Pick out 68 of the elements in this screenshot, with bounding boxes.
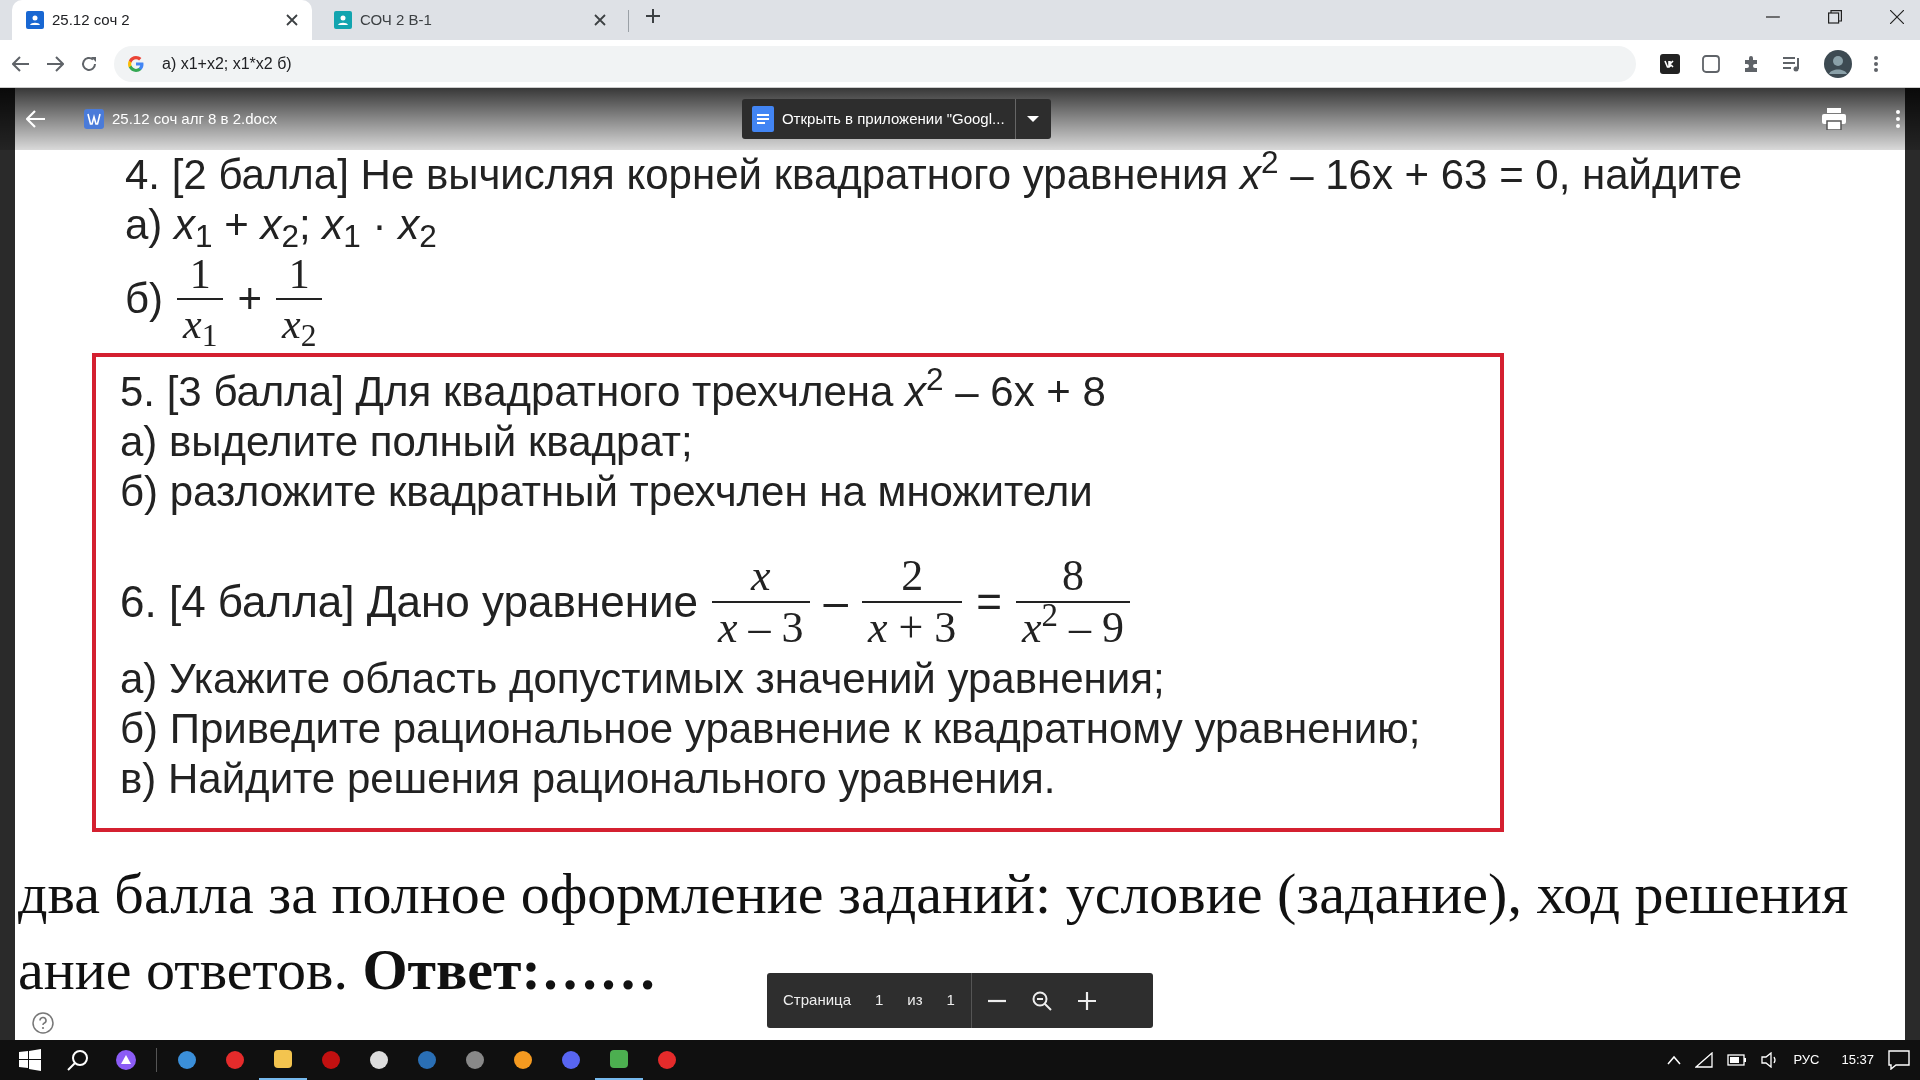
fraction: 1 x$_{1}$ (177, 250, 224, 349)
document-text: б) Приведите рациональное уравнение к квадратному уравнению; (120, 703, 1422, 754)
formula-text: – (823, 577, 848, 628)
dropdown-button[interactable] (1014, 99, 1051, 139)
formula-text: + (237, 274, 262, 325)
puzzle-icon[interactable] (1742, 54, 1760, 73)
fraction: 2 x + 3 (862, 550, 963, 654)
start-icon[interactable] (19, 1049, 41, 1071)
playlist-icon[interactable] (1782, 55, 1802, 72)
document-text: два балла за полное оформление заданий: условие (задание), ход решения (18, 859, 1849, 928)
page-label: из (907, 990, 923, 1011)
document-text: 4. [2 балла] Не вычисляя корней квадратного уравнения x$^{2}$ – 16x + 63 = 0, найдите (125, 150, 1744, 200)
zoom-in-icon[interactable] (1077, 991, 1096, 1010)
more-icon[interactable] (1896, 110, 1900, 128)
new-tab-icon[interactable] (645, 8, 661, 24)
help-icon[interactable] (32, 1012, 54, 1034)
forward-icon[interactable] (46, 55, 64, 72)
zoom-icon[interactable] (1031, 990, 1052, 1011)
square-icon[interactable] (1702, 54, 1720, 73)
language-indicator[interactable]: РУС (1793, 1050, 1820, 1070)
assistant-icon[interactable] (115, 1049, 137, 1071)
browser-tab[interactable]: СОЧ 2 В-1 (320, 0, 620, 40)
clock[interactable]: 15:37 (1841, 1050, 1874, 1070)
browser-tab[interactable]: 25.12 соч 2 (12, 0, 312, 40)
reload-icon[interactable] (80, 54, 98, 73)
more-icon[interactable] (1874, 55, 1878, 72)
network-icon[interactable] (1695, 1052, 1714, 1068)
formula-text: б) (125, 274, 164, 325)
app-icon[interactable] (608, 1048, 630, 1070)
search-icon[interactable] (67, 1049, 89, 1071)
classroom-icon (334, 11, 352, 29)
notifications-icon[interactable] (1888, 1050, 1910, 1070)
page-count: 1 (946, 990, 955, 1011)
restore-icon[interactable] (1828, 10, 1842, 24)
caret-icon (1027, 116, 1040, 122)
classroom-icon (26, 11, 44, 29)
document-file-icon (84, 109, 104, 129)
print-icon[interactable] (1822, 108, 1846, 130)
google-icon (128, 55, 144, 72)
avatar[interactable] (1824, 49, 1852, 78)
fraction: x x – 3 (712, 550, 810, 654)
fraction: 8 x$^{2}$ – 9 (1016, 550, 1131, 654)
extension-icon[interactable] (1660, 53, 1680, 74)
back-icon[interactable] (12, 55, 30, 72)
address-bar[interactable]: а) x1+x2; x1*x2 б) (114, 45, 1636, 82)
document-text: а) выделите полный квадрат; (120, 416, 694, 467)
chevron-icon[interactable] (1667, 1055, 1682, 1065)
document-text: а) Укажите область допустимых значений уравнения; (120, 653, 1166, 704)
fraction: 1 x$_{2}$ (276, 250, 323, 349)
app-icon[interactable] (368, 1049, 390, 1071)
close-icon[interactable] (594, 14, 606, 26)
close-icon[interactable] (1890, 10, 1904, 24)
document-text: 5. [3 балла] Для квадратного трехчлена x$^{2}$ – 6x + 8 (120, 366, 1107, 417)
file-name: 25.12 соч алг 8 в 2.docx (112, 108, 277, 129)
app-icon[interactable] (512, 1049, 534, 1071)
open-in-app-button[interactable]: Открыть в приложении "Googl... (741, 99, 1015, 139)
document-text: ание ответов. Ответ:…… (18, 935, 657, 1004)
document-icon (751, 106, 774, 132)
document-text: а) x$_{1}$ + x$_{2}$; x$_{1}$ · x$_{2}$ (125, 200, 438, 250)
app-icon[interactable] (272, 1048, 294, 1070)
close-icon[interactable] (286, 14, 298, 26)
document-text: б) разложите квадратный трехчлен на множители (120, 466, 1094, 517)
page-label: Страница (783, 990, 851, 1011)
formula-text: 6. [4 балла] Дано уравнение (120, 577, 698, 628)
formula-text: = (976, 577, 1003, 628)
document-text: в) Найдите решения рационального уравнения. (120, 753, 1057, 804)
battery-icon[interactable] (1727, 1053, 1748, 1067)
page-number[interactable]: 1 (875, 989, 884, 1012)
